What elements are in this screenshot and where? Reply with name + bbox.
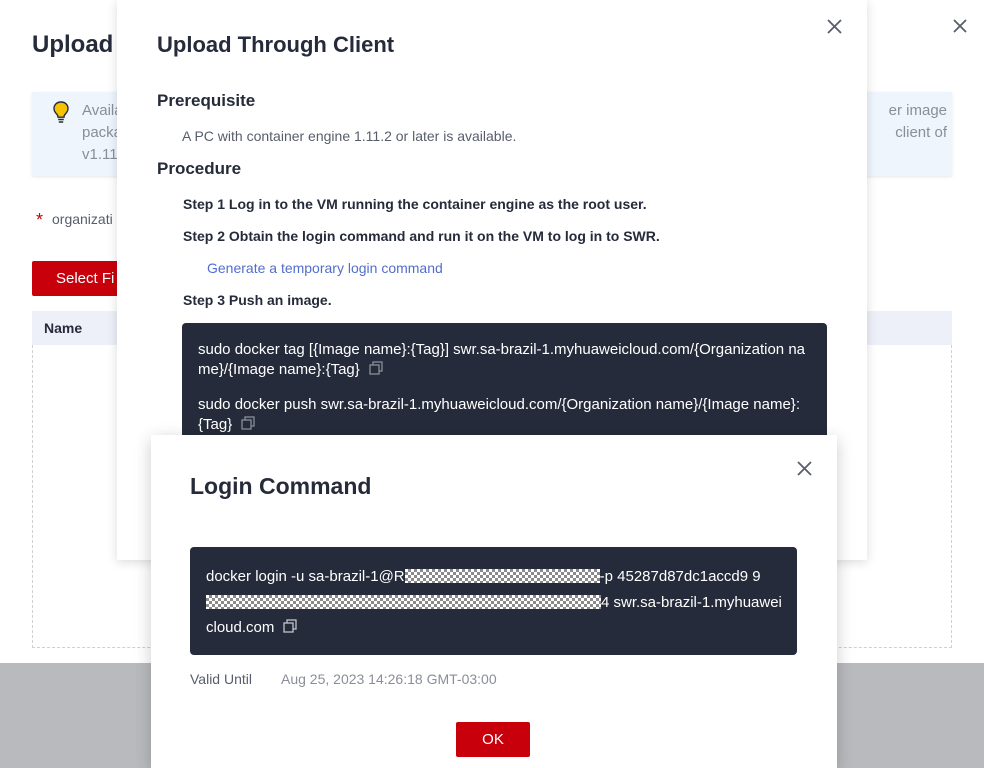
copy-icon[interactable] xyxy=(282,618,298,634)
redacted-text xyxy=(206,594,601,609)
ok-button[interactable]: OK xyxy=(456,722,530,757)
client-dialog-title: Upload Through Client xyxy=(157,32,395,57)
required-marker: * xyxy=(36,210,44,230)
login-command-part1: docker login -u sa-brazil-1@R xyxy=(206,568,405,585)
close-icon[interactable] xyxy=(825,17,844,36)
push-command: sudo docker push swr.sa-brazil-1.myhuawe… xyxy=(198,395,812,435)
push-command-text: sudo docker push swr.sa-brazil-1.myhuawe… xyxy=(198,396,800,433)
login-command-part2: -p 45287d87dc1accd9 9 xyxy=(599,568,761,585)
copy-icon[interactable] xyxy=(240,415,256,431)
generate-login-command-link[interactable]: Generate a temporary login command xyxy=(207,260,443,276)
prerequisite-text: A PC with container engine 1.11.2 or lat… xyxy=(182,128,517,144)
tag-command-text: sudo docker tag [{Image name}:{Tag}] swr… xyxy=(198,341,806,378)
login-command-block: docker login -u sa-brazil-1@R -p 45287d87… xyxy=(190,547,797,655)
step-3: Step 3 Push an image. xyxy=(183,292,332,308)
close-icon[interactable] xyxy=(795,459,814,478)
login-dialog-title: Login Command xyxy=(190,473,372,499)
organization-label: organizati xyxy=(52,211,113,227)
close-icon[interactable] xyxy=(950,16,970,36)
copy-icon[interactable] xyxy=(368,360,384,376)
procedure-heading: Procedure xyxy=(157,159,242,178)
step-1: Step 1 Log in to the VM running the cont… xyxy=(183,196,647,212)
valid-until-label: Valid Until xyxy=(190,671,252,687)
table-header-name: Name xyxy=(44,320,83,336)
prerequisite-heading: Prerequisite xyxy=(157,91,256,110)
step-2: Step 2 Obtain the login command and run … xyxy=(183,228,660,244)
login-command: docker login -u sa-brazil-1@R -p 45287d87… xyxy=(206,564,786,641)
lightbulb-icon xyxy=(53,101,69,123)
tag-command: sudo docker tag [{Image name}:{Tag}] swr… xyxy=(198,340,812,380)
login-command-dialog: Login Command docker login -u sa-brazil-… xyxy=(151,435,837,768)
valid-until-value: Aug 25, 2023 14:26:18 GMT-03:00 xyxy=(281,671,497,687)
redacted-text xyxy=(404,569,600,583)
